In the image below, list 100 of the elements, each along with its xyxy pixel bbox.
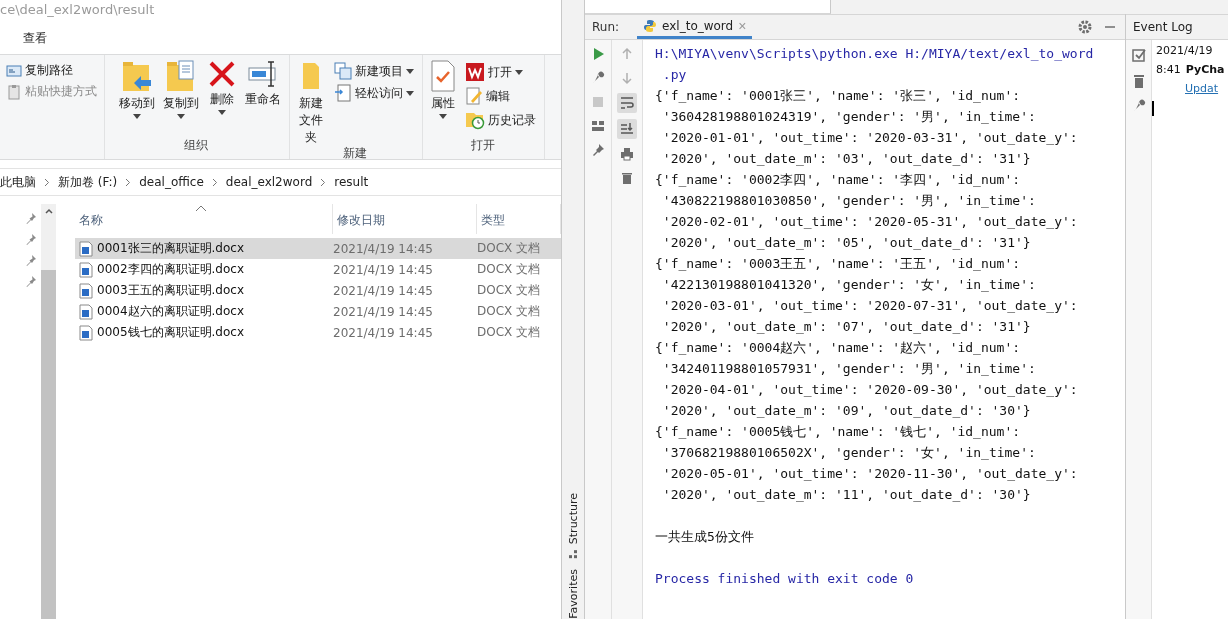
console-output-line: '422130198801041320', 'gender': '女', 'in_time': xyxy=(661,276,1037,294)
file-type: DOCX 文档 xyxy=(477,303,542,320)
column-header[interactable]: 类型 xyxy=(477,204,561,234)
pin-icon xyxy=(25,275,37,287)
ribbon-button[interactable]: 重命名 xyxy=(243,59,283,137)
arrow-down-icon xyxy=(620,71,634,85)
ribbon-button[interactable]: 打开 xyxy=(463,61,538,83)
word-document-icon xyxy=(79,261,93,278)
word-document-icon xyxy=(79,324,93,341)
ribbon-tab[interactable]: 查看 xyxy=(23,29,47,47)
ribbon-button[interactable]: 删除 xyxy=(205,59,239,137)
group-label: 组织 xyxy=(183,137,209,154)
play-icon xyxy=(591,47,605,61)
group-label: 打开 xyxy=(469,137,496,154)
breadcrumb-item[interactable]: result xyxy=(334,175,369,189)
console-output-line: '360428198801024319', 'gender': '男', 'in_time': xyxy=(661,108,1037,126)
stop-icon xyxy=(591,95,605,109)
ribbon-button[interactable]: 新建文件夹 xyxy=(294,59,328,146)
arrow-up-icon xyxy=(620,47,634,61)
file-name: 0003王五的离职证明.docx xyxy=(97,282,244,299)
file-row[interactable]: 0002李四的离职证明.docx 2021/4/19 14:45 DOCX 文档 xyxy=(75,259,561,280)
run-label: Run: xyxy=(592,20,620,34)
console-output-line: '2020', 'out_date_m': '07', 'out_date_d': '31'} xyxy=(661,318,1032,336)
caret-icon xyxy=(406,90,414,96)
caret-icon xyxy=(133,113,141,119)
move-folder-icon xyxy=(121,59,153,93)
console-output-line: '2020-03-01', 'out_time': '2020-07-31', 'out_date_y': xyxy=(661,297,1079,315)
caret-icon xyxy=(177,113,185,119)
run-tab[interactable]: exl_to_word × xyxy=(637,15,753,39)
file-row[interactable]: 0001张三的离职证明.docx 2021/4/19 14:45 DOCX 文档 xyxy=(75,238,561,259)
console-system-line: H:\MIYA\venv\Scripts\python.exe H:/MIYA/text/exl_to_word xyxy=(655,45,1095,63)
ribbon-button[interactable]: 复制路径 xyxy=(4,61,99,80)
console-system-line: .py xyxy=(661,66,688,84)
modified-date: 2021/4/19 14:45 xyxy=(333,241,434,256)
scroll-end-icon xyxy=(619,121,635,137)
word-document-icon xyxy=(79,282,93,299)
side-tab[interactable]: Favorites xyxy=(566,569,580,619)
new-item-icon xyxy=(334,62,352,80)
breadcrumb-item[interactable]: deal_exl2word xyxy=(225,175,313,189)
chevron-icon xyxy=(125,177,132,187)
console-output-line: '37068219880106502X', 'gender': '女', 'in_time': xyxy=(661,444,1037,462)
pin-icon xyxy=(25,212,37,224)
scrollbar[interactable] xyxy=(41,204,56,619)
update-link[interactable]: Updat xyxy=(1185,82,1228,95)
text-cursor xyxy=(1152,101,1154,116)
print-button[interactable] xyxy=(618,145,636,163)
ribbon-button[interactable]: 历史记录 xyxy=(463,109,538,131)
console-output-line: '2020-05-01', 'out_time': '2020-11-30', 'out_date_y': xyxy=(661,465,1079,483)
ribbon-button[interactable]: 轻松访问 xyxy=(332,83,416,103)
checkbox-icon xyxy=(1130,47,1147,63)
breadcrumb-item[interactable]: deal_office xyxy=(139,175,204,189)
clipboard-icon xyxy=(6,83,22,100)
file-row[interactable]: 0003王五的离职证明.docx 2021/4/19 14:45 DOCX 文档 xyxy=(75,280,561,301)
file-row[interactable]: 0004赵六的离职证明.docx 2021/4/19 14:45 DOCX 文档 xyxy=(75,301,561,322)
ribbon-button[interactable]: 编辑 xyxy=(463,85,538,107)
modified-date: 2021/4/19 14:45 xyxy=(333,262,434,277)
window-title: ce\deal_exl2word\result xyxy=(0,1,156,19)
soft-wrap-button[interactable] xyxy=(617,93,637,113)
file-row[interactable]: 0005钱七的离职证明.docx 2021/4/19 14:45 DOCX 文档 xyxy=(75,322,561,343)
pin-icon xyxy=(591,143,605,157)
layout-icon xyxy=(591,119,605,133)
caret-icon xyxy=(406,68,414,74)
easy-access-icon xyxy=(334,84,352,102)
ribbon-button[interactable]: 新建项目 xyxy=(332,61,416,81)
history-icon xyxy=(465,110,485,130)
console-system-line: Process finished with exit code 0 xyxy=(655,570,915,588)
column-header[interactable]: 修改日期 xyxy=(333,204,477,234)
group-label: 新建 xyxy=(342,145,368,163)
ribbon-button[interactable]: 复制到 xyxy=(161,59,201,137)
column-header[interactable]: 名称 xyxy=(75,204,333,234)
file-type: DOCX 文档 xyxy=(477,324,542,341)
ribbon-button[interactable]: 移动到 xyxy=(117,59,157,137)
file-name: 0002李四的离职证明.docx xyxy=(97,261,244,278)
file-type: DOCX 文档 xyxy=(477,261,542,278)
printer-icon xyxy=(620,147,634,161)
side-tab[interactable]: Structure xyxy=(566,493,580,560)
word-document-icon xyxy=(79,303,93,320)
console-output-line: '2020', 'out_date_m': '09', 'out_date_d': '30'} xyxy=(661,402,1032,420)
breadcrumb-item[interactable]: 新加卷 (F:) xyxy=(58,173,118,191)
breadcrumb-item[interactable]: 此电脑 xyxy=(0,173,36,191)
console-output-line: '342401198801057931', 'gender': '男', 'in_time': xyxy=(661,360,1037,378)
path-icon xyxy=(6,63,22,78)
console-output-line: {'f_name': '0003王五', 'name': '王五', 'id_num': xyxy=(655,255,1022,273)
file-name: 0005钱七的离职证明.docx xyxy=(97,324,244,341)
sort-icon xyxy=(195,204,207,212)
modified-date: 2021/4/19 14:45 xyxy=(333,283,434,298)
ribbon-button[interactable]: 属性 xyxy=(427,59,459,137)
file-type: DOCX 文档 xyxy=(477,240,542,257)
file-name: 0004赵六的离职证明.docx xyxy=(97,303,244,320)
properties-icon xyxy=(429,59,457,93)
chevron-icon xyxy=(211,177,218,187)
pin-icon xyxy=(25,254,37,266)
pin-icon xyxy=(25,233,37,245)
scroll-to-end-button[interactable] xyxy=(617,119,637,139)
console-output-line: '2020-02-01', 'out_time': '2020-05-31', 'out_date_y': xyxy=(661,213,1079,231)
app-logo-icon xyxy=(465,62,485,82)
python-icon xyxy=(643,18,658,33)
edit-icon xyxy=(465,86,483,106)
trash-icon xyxy=(1131,73,1146,89)
delete-icon xyxy=(207,59,237,89)
